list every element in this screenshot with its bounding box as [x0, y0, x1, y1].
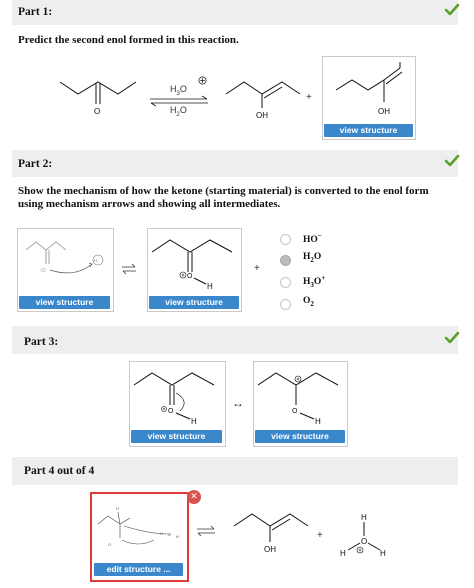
oxonium-h-label: H [207, 282, 213, 291]
mechanism-step1-structure: :O: H [25, 241, 104, 274]
resonance1-h-label: H [191, 417, 197, 426]
part4-plus: + [317, 530, 323, 541]
svg-text:H: H [176, 534, 179, 539]
svg-text:O: O [168, 408, 174, 415]
part2-title: Part 2: [18, 158, 53, 170]
hydronium-structure: H O H H [340, 513, 386, 558]
equilibrium-arrows-icon [122, 263, 136, 275]
part2-header [12, 150, 458, 177]
svg-text::O:: :O: [40, 268, 47, 274]
svg-text:H: H [116, 506, 119, 511]
final-enol-structure: OH [233, 513, 309, 554]
plus-charge-icon [198, 76, 207, 85]
part3-view-structure-button-2[interactable]: view structure [255, 430, 345, 443]
resonance2-h-label: H [315, 417, 321, 426]
checkmark-icon [444, 3, 460, 16]
mechanism-step2-structure: O H [151, 239, 233, 291]
part1-plus: + [306, 92, 312, 103]
second-enol-oh-label: OH [378, 107, 390, 116]
svg-text:H: H [94, 258, 97, 263]
part3-header [12, 326, 458, 354]
hydronium-o: O [361, 537, 367, 546]
hydronium-h-right: H [380, 549, 386, 558]
part1-title: Part 1: [18, 6, 53, 18]
checkmark-icon [444, 154, 460, 167]
hydronium-h-top: H [361, 513, 367, 522]
enol-oh-label: OH [256, 111, 268, 120]
svg-text:O: O [168, 532, 171, 537]
curved-arrow-icon [175, 392, 185, 412]
reagent-h2o-label: H2O [170, 105, 187, 118]
option-radio-oxygen[interactable] [280, 299, 291, 310]
svg-text:O: O [108, 542, 111, 547]
second-enol-structure: OH [335, 62, 403, 116]
reagent-h3o-label: H3O [170, 84, 187, 97]
part3-view-structure-button-1[interactable]: view structure [131, 430, 222, 443]
equilibrium-arrows-icon [197, 525, 215, 537]
option-water-label: H2O [303, 252, 322, 264]
part1-prompt: Predict the second enol formed in this r… [18, 34, 239, 46]
resonance-structure2: O H [257, 372, 339, 426]
part2-view-structure-button-2[interactable]: view structure [149, 296, 239, 309]
resonance-arrow-icon: ↔ [232, 396, 244, 410]
hydronium-h-left: H [340, 549, 346, 558]
option-oxygen-label: O2 [303, 296, 314, 308]
checkmark-icon [444, 331, 460, 344]
svg-text:O: O [187, 273, 193, 280]
option-radio-hydronium[interactable] [280, 277, 291, 288]
part1-header [12, 0, 458, 25]
edit-structure-drawing: H O H O H [97, 506, 179, 547]
part2-view-structure-button-1[interactable]: view structure [19, 296, 110, 309]
part4-title: Part 4 out of 4 [24, 465, 95, 477]
svg-text:H: H [160, 531, 163, 536]
option-radio-hydroxide[interactable] [280, 234, 291, 245]
curved-arrow-icon [49, 263, 93, 274]
option-radio-water[interactable] [280, 255, 291, 266]
option-hydronium-label: H3O+ [303, 274, 326, 290]
option-hydroxide-label: HO− [303, 232, 322, 246]
part2-prompt: Show the mechanism of how the ketone (st… [18, 185, 429, 210]
resonance-structure1: O H [133, 372, 215, 426]
part3-title: Part 3: [24, 336, 59, 348]
final-enol-oh-label: OH [264, 545, 276, 554]
close-icon[interactable]: ✕ [187, 490, 201, 504]
ketone-structure: O [59, 81, 137, 116]
carbonyl-oxygen-label: O [94, 107, 100, 116]
edit-structure-button[interactable]: edit structure ... [94, 563, 183, 576]
first-enol-structure: OH [225, 81, 301, 120]
part2-plus: + [254, 263, 260, 274]
part1-view-structure-button[interactable]: view structure [324, 124, 413, 137]
svg-text:O: O [292, 408, 298, 415]
